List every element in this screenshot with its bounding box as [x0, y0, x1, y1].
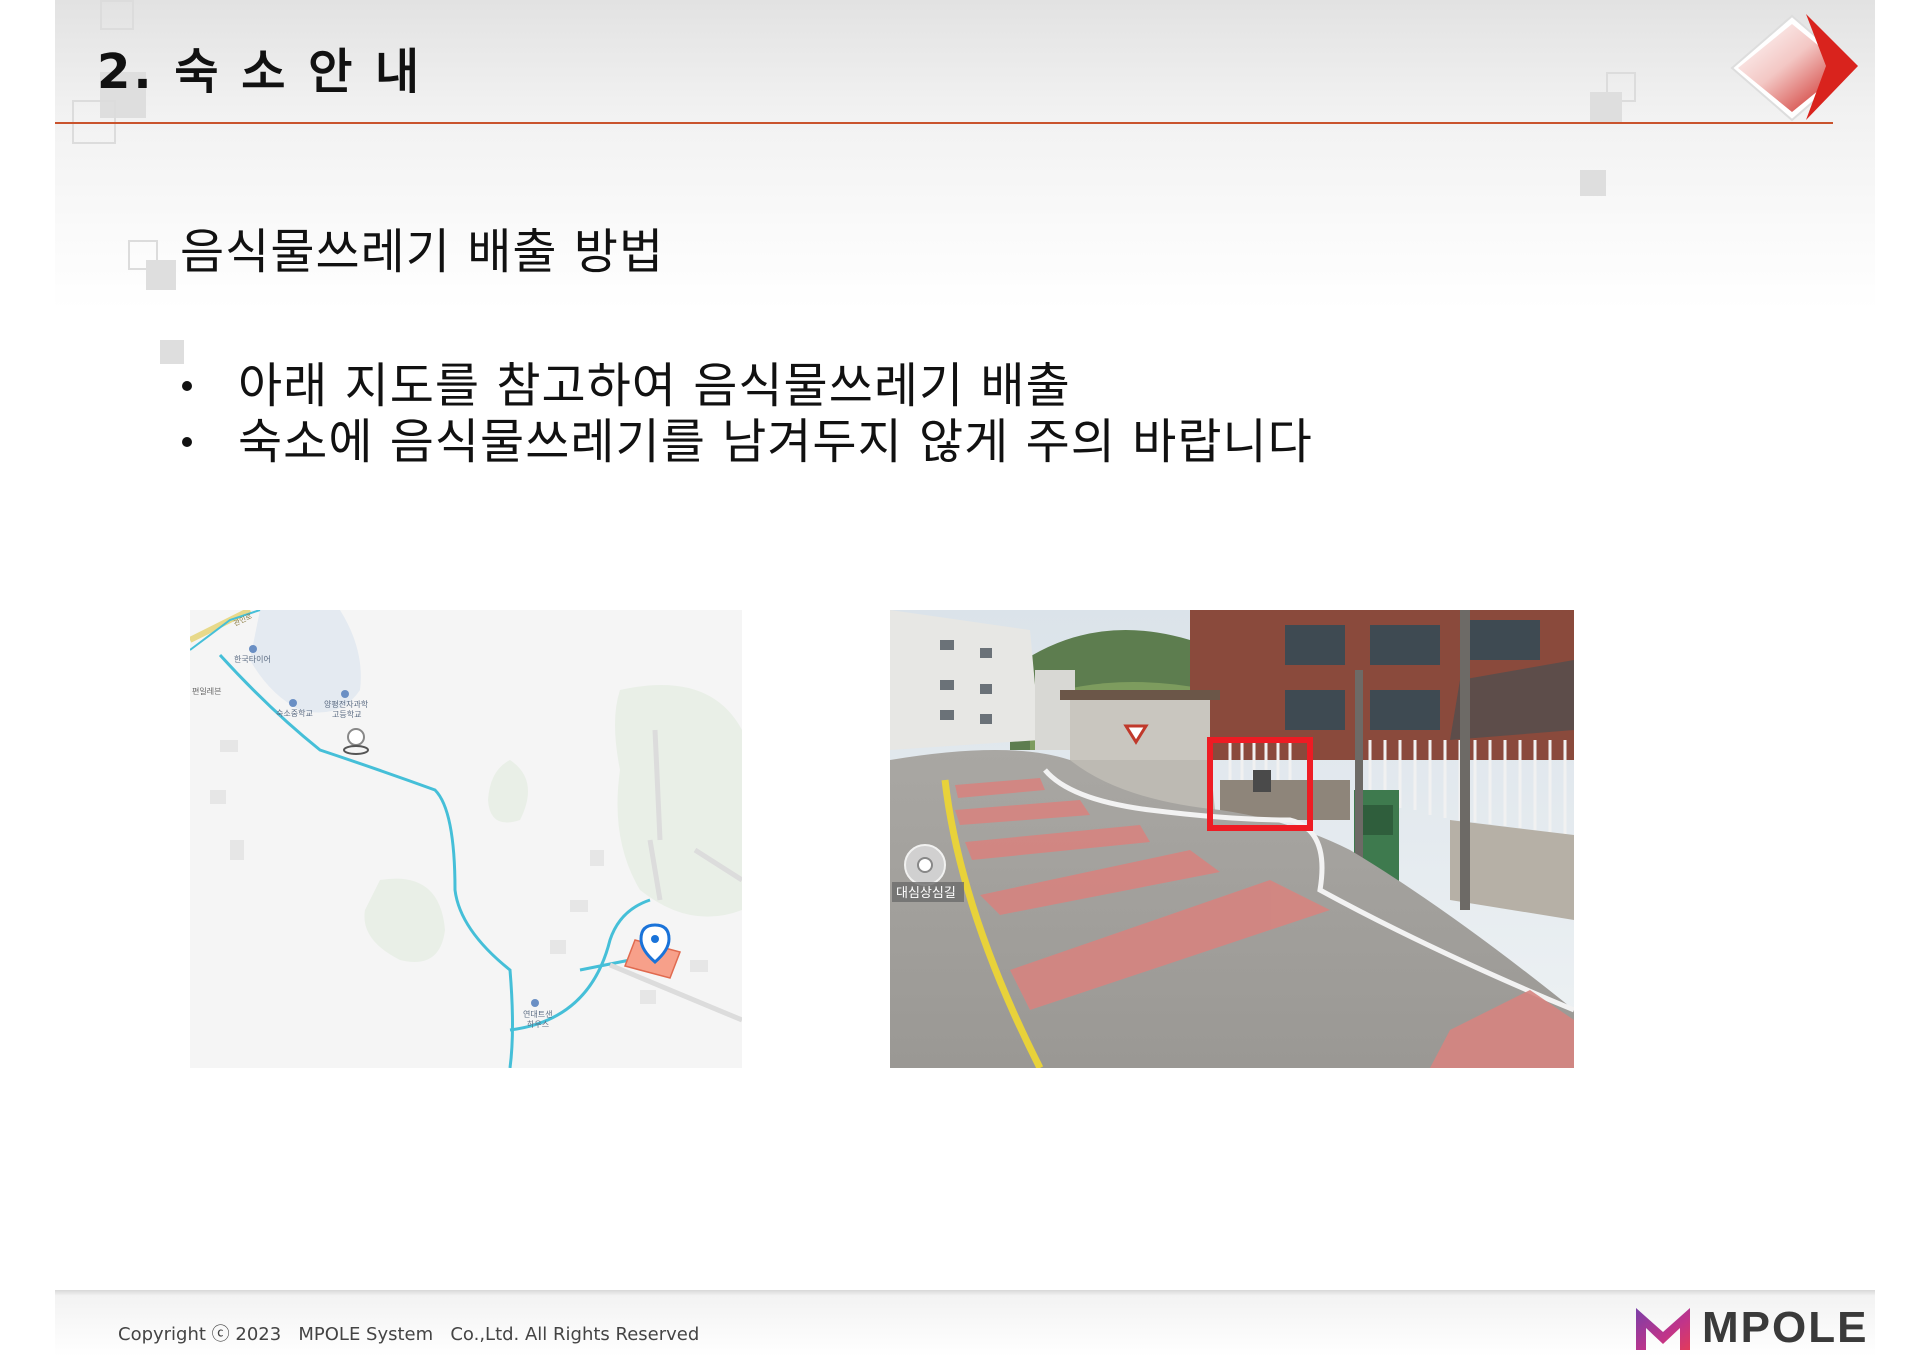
mpole-m-logo-icon [1636, 1308, 1690, 1350]
map-label-poi: 고등학교 [332, 709, 361, 719]
copyright-text: Copyright ⓒ 2023 MPOLE System Co.,Ltd. A… [118, 1324, 700, 1345]
bullet-dot-icon [182, 437, 192, 447]
bullet-dot-icon [182, 381, 192, 391]
map-label-poi: 편일레븐 [192, 686, 221, 696]
page-title: 2. 숙 소 안 내 [97, 44, 423, 100]
location-map: 관인로 한국타이어 편일레븐 숙소중학교 양평전자과학 고등학교 연대트샌 하우… [190, 610, 742, 1068]
map-label-poi: 하우스 [527, 1019, 549, 1029]
decor-square [1580, 170, 1606, 196]
diamond-logo-icon [1730, 14, 1858, 122]
bullet-text: 숙소에 음식물쓰레기를 남겨두지 않게 주의 바랍니다 [238, 414, 1313, 470]
bullet-item: 숙소에 음식물쓰레기를 남겨두지 않게 주의 바랍니다 [178, 414, 1313, 470]
bullet-item: 아래 지도를 참고하여 음식물쓰레기 배출 [178, 358, 1313, 414]
street-view-compass-icon [904, 844, 946, 886]
title-divider [55, 122, 1833, 124]
brand-logo: MPOLE [1632, 1300, 1872, 1356]
brand-name: MPOLE [1702, 1303, 1869, 1352]
bullet-text: 아래 지도를 참고하여 음식물쓰레기 배출 [238, 358, 1071, 414]
map-label-poi: 연대트샌 [523, 1010, 552, 1019]
map-label-poi: 숙소중학교 [276, 708, 313, 718]
decor-square [100, 0, 134, 30]
section-subtitle: 음식물쓰레기 배출 방법 [180, 224, 665, 280]
decor-square [1590, 92, 1622, 122]
bullet-list: 아래 지도를 참고하여 음식물쓰레기 배출 숙소에 음식물쓰레기를 남겨두지 않… [178, 358, 1313, 470]
road-name-label: 대심상심길 [896, 886, 956, 901]
decor-square [146, 260, 176, 290]
slide: 2. 숙 소 안 내 음식물쓰레기 배출 방법 아래 지도를 참고하여 음식물쓰… [0, 0, 1920, 1357]
map-label-poi: 양평전자과학 [324, 699, 369, 709]
street-view-photo: 대심상심길 [890, 610, 1574, 1068]
map-label-poi: 한국타이어 [234, 654, 271, 664]
